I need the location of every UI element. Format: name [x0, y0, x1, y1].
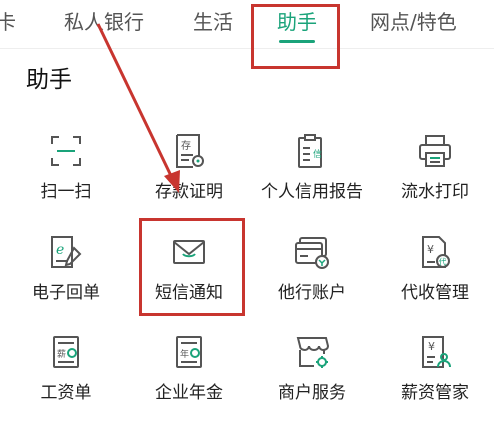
service-payslip[interactable]: 薪 工资单	[4, 334, 128, 424]
payslip-icon: 薪	[48, 334, 84, 370]
service-label: 代收管理	[401, 283, 469, 303]
icon-glyph: 信	[313, 148, 322, 160]
service-salary-manager[interactable]: ¥ 薪资管家	[373, 334, 494, 424]
service-credit-report[interactable]: 信 个人信用报告	[250, 133, 374, 223]
service-label: 个人信用报告	[261, 182, 363, 202]
service-label: 扫一扫	[40, 182, 92, 202]
icon-glyph: ¥	[427, 243, 434, 256]
icon-glyph: 存	[181, 139, 191, 152]
service-label: 薪资管家	[401, 383, 469, 403]
salary-manager-icon: ¥	[417, 334, 453, 370]
service-grid: 扫一扫 存 存款证明 信 个人信用报告 流水打印 e 电子回单 短信通知 他行账…	[0, 0, 494, 425]
service-e-receipt[interactable]: e 电子回单	[4, 234, 128, 324]
annuity-icon: 年	[171, 334, 207, 370]
service-deposit-certificate[interactable]: 存 存款证明	[127, 133, 251, 223]
icon-glyph: 年	[180, 348, 189, 360]
service-label: 电子回单	[32, 283, 100, 303]
service-enterprise-annuity[interactable]: 年 企业年金	[127, 334, 251, 424]
deposit-certificate-icon: 存	[171, 133, 207, 169]
service-label: 企业年金	[155, 383, 223, 403]
printer-icon	[417, 133, 453, 169]
icon-glyph: e	[56, 242, 64, 258]
scan-icon	[48, 133, 84, 169]
service-label: 工资单	[40, 383, 92, 403]
collection-icon: ¥ 代	[417, 234, 453, 270]
other-bank-card-icon	[294, 234, 330, 270]
icon-glyph: ¥	[428, 340, 435, 353]
service-statement-print[interactable]: 流水打印	[373, 133, 494, 223]
service-label: 他行账户	[278, 283, 346, 303]
service-label: 存款证明	[155, 182, 223, 202]
icon-glyph: 薪	[57, 348, 66, 360]
icon-glyph-secondary: 代	[439, 257, 447, 267]
service-collection-management[interactable]: ¥ 代 代收管理	[373, 234, 494, 324]
credit-report-icon: 信	[294, 133, 330, 169]
service-other-bank-account[interactable]: 他行账户	[250, 234, 374, 324]
merchant-store-icon	[294, 334, 330, 370]
service-label: 商户服务	[278, 383, 346, 403]
service-merchant[interactable]: 商户服务	[250, 334, 374, 424]
service-scan[interactable]: 扫一扫	[4, 133, 128, 223]
service-label: 流水打印	[401, 182, 469, 202]
e-receipt-icon: e	[48, 234, 84, 270]
annotation-box-sms	[139, 218, 245, 316]
